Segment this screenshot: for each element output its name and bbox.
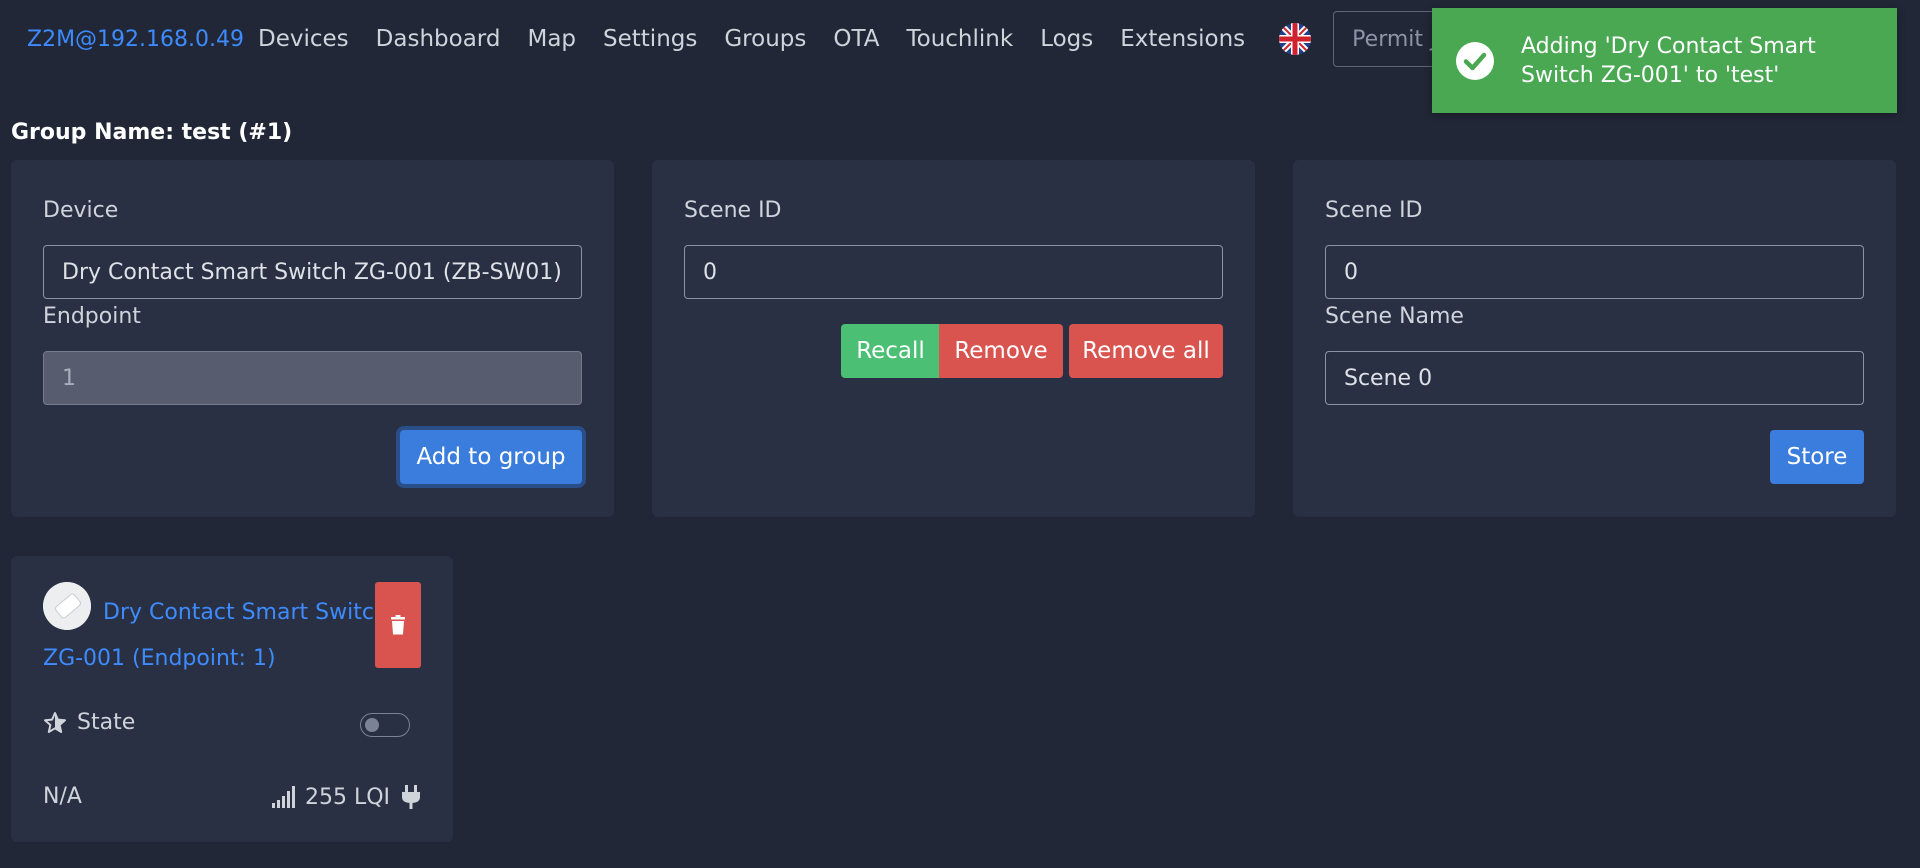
nav-ota[interactable]: OTA bbox=[833, 26, 879, 52]
endpoint-input: 1 bbox=[43, 351, 582, 405]
nav-dashboard[interactable]: Dashboard bbox=[376, 26, 501, 52]
device-select[interactable]: Dry Contact Smart Switch ZG-001 (ZB-SW01… bbox=[43, 245, 582, 299]
store-scene-id-input[interactable]: 0 bbox=[1325, 245, 1864, 299]
nav-logs[interactable]: Logs bbox=[1040, 26, 1093, 52]
scene-name-input[interactable]: Scene 0 bbox=[1325, 351, 1864, 405]
recall-scene-id-label: Scene ID bbox=[684, 198, 782, 223]
nav-groups[interactable]: Groups bbox=[724, 26, 806, 52]
uk-flag-icon[interactable] bbox=[1279, 23, 1312, 55]
lqi-value: 255 LQI bbox=[305, 784, 391, 810]
signal-icon bbox=[272, 786, 295, 808]
remove-button[interactable]: Remove bbox=[939, 324, 1063, 378]
add-to-group-button[interactable]: Add to group bbox=[400, 430, 582, 484]
state-toggle[interactable] bbox=[360, 713, 410, 737]
endpoint-label: Endpoint bbox=[43, 304, 141, 329]
state-label: State bbox=[77, 710, 136, 735]
store-button[interactable]: Store bbox=[1770, 430, 1864, 484]
nav-devices[interactable]: Devices bbox=[258, 26, 349, 52]
recall-scene-id-value: 0 bbox=[703, 259, 717, 285]
recall-button[interactable]: Recall bbox=[841, 324, 940, 378]
nav-map[interactable]: Map bbox=[527, 26, 576, 52]
nav-extensions[interactable]: Extensions bbox=[1120, 26, 1245, 52]
toast-message: Adding 'Dry Contact Smart Switch ZG-001'… bbox=[1521, 33, 1816, 88]
device-status-value: N/A bbox=[43, 784, 82, 809]
scene-name-label: Scene Name bbox=[1325, 304, 1464, 329]
store-scene-card: Scene ID 0 Scene Name Scene 0 Store bbox=[1293, 160, 1896, 517]
store-scene-id-value: 0 bbox=[1344, 259, 1358, 285]
add-device-card: Device Dry Contact Smart Switch ZG-001 (… bbox=[11, 160, 614, 517]
recall-scene-id-input[interactable]: 0 bbox=[684, 245, 1223, 299]
plug-icon bbox=[402, 785, 421, 809]
star-icon bbox=[44, 711, 66, 733]
device-label: Device bbox=[43, 198, 119, 223]
trash-icon bbox=[391, 615, 405, 635]
nav-settings[interactable]: Settings bbox=[603, 26, 697, 52]
notification-toast[interactable]: Adding 'Dry Contact Smart Switch ZG-001'… bbox=[1432, 8, 1897, 113]
brand-link[interactable]: Z2M@192.168.0.49 bbox=[27, 27, 244, 52]
remove-member-button[interactable] bbox=[375, 582, 421, 668]
recall-scene-card: Scene ID 0 Recall Remove Remove all bbox=[652, 160, 1255, 517]
lqi-indicator: 255 LQI bbox=[271, 784, 422, 810]
group-title: Group Name: test (#1) bbox=[11, 120, 293, 145]
check-circle-icon bbox=[1456, 41, 1494, 80]
device-select-value: Dry Contact Smart Switch ZG-001 (ZB-SW01… bbox=[62, 259, 562, 285]
state-row: State bbox=[43, 710, 135, 735]
nav-touchlink[interactable]: Touchlink bbox=[906, 26, 1013, 52]
device-name-link[interactable]: Dry Contact Smart Switch ZG-001 (Endpoin… bbox=[43, 590, 395, 682]
store-scene-id-label: Scene ID bbox=[1325, 198, 1423, 223]
group-member-card: Dry Contact Smart Switch ZG-001 (Endpoin… bbox=[11, 556, 453, 842]
scene-name-value: Scene 0 bbox=[1344, 365, 1433, 391]
endpoint-value: 1 bbox=[62, 365, 76, 391]
remove-all-button[interactable]: Remove all bbox=[1069, 324, 1223, 378]
